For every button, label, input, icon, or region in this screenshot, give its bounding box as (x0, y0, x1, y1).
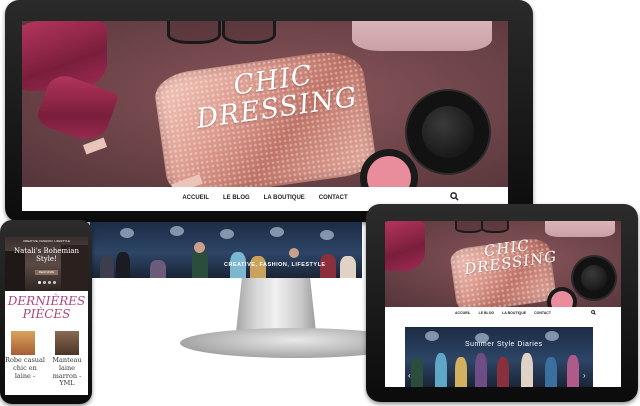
phone-slide-category: CREATIVE, FASHION, LIFESTYLE (22, 239, 71, 243)
featured-category-caption: CREATIVE, FASHION, LIFESTYLE (224, 262, 326, 268)
product-name-manteau[interactable]: Manteau laine marron - YML (47, 356, 87, 388)
tablet-hero-image: CHIC DRESSING (385, 221, 621, 307)
phone-featured-slider[interactable]: CREATIVE, FASHION, LIFESTYLE Natali's Bo… (5, 237, 88, 291)
desktop-screen: CHIC DRESSING ACCUEIL LE BLOG LA BOUTIQU… (22, 21, 508, 211)
tablet-main-nav: ACCUEIL LE BLOG LA BOUTIQUE CONTACT (385, 307, 621, 319)
search-icon[interactable] (450, 192, 459, 203)
chevron-left-icon[interactable]: ‹ (408, 371, 411, 380)
tablet-nav-item-le-blog[interactable]: LE BLOG (479, 311, 495, 315)
desktop-featured-slider[interactable]: CREATIVE, FASHION, LIFESTYLE (90, 222, 362, 278)
phone-slider-dots[interactable] (38, 281, 56, 284)
nav-item-la-boutique[interactable]: LA BOUTIQUE (264, 195, 305, 201)
phone-read-more-button[interactable]: READ MORE (35, 270, 58, 275)
tablet-search-icon[interactable] (591, 310, 596, 316)
nav-item-le-blog[interactable]: LE BLOG (223, 195, 250, 201)
desktop-hero-image: CHIC DRESSING (22, 21, 508, 187)
phone-slide-title[interactable]: Natali's Bohemian Style! (7, 247, 86, 263)
product-image-manteau[interactable] (55, 331, 79, 355)
product-image-robe[interactable] (11, 331, 35, 355)
phone-section-title: DERNIÈRES PIÈCES (7, 294, 86, 321)
tablet-nav-item-accueil[interactable]: ACCUEIL (455, 311, 471, 315)
chevron-right-icon[interactable]: › (583, 371, 586, 380)
tablet-nav-item-la-boutique[interactable]: LA BOUTIQUE (502, 311, 526, 315)
nav-item-accueil[interactable]: ACCUEIL (182, 195, 209, 201)
tablet-screen: CHIC DRESSING ACCUEIL LE BLOG LA BOUTIQU… (385, 221, 621, 387)
nav-item-contact[interactable]: CONTACT (319, 195, 348, 201)
product-name-robe[interactable]: Robe casual chic en laine - (5, 356, 45, 380)
tablet-slide-title[interactable]: Summer Style Diaries (465, 341, 543, 348)
phone-screen: CREATIVE, FASHION, LIFESTYLE Natali's Bo… (5, 237, 88, 395)
tablet-featured-slider[interactable]: Summer Style Diaries ‹ › (405, 327, 593, 387)
tablet-nav-item-contact[interactable]: CONTACT (534, 311, 551, 315)
